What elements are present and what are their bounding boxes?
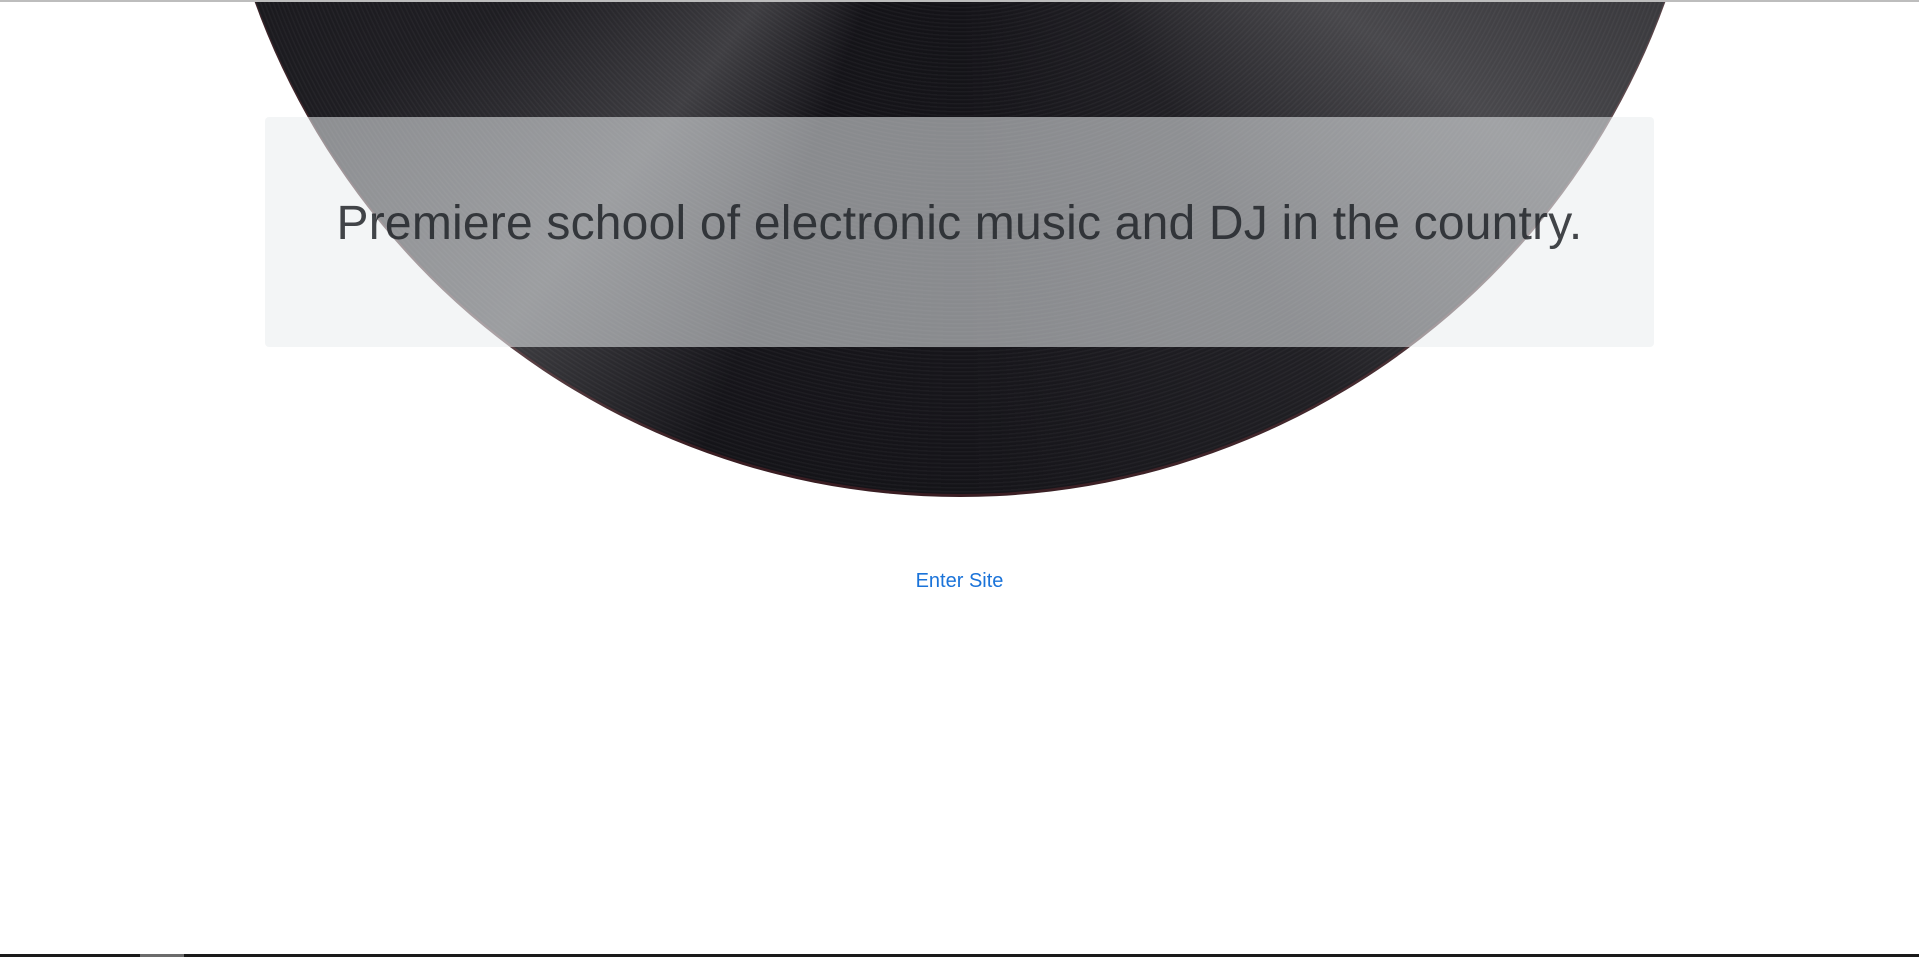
enter-site-container: Enter Site [0,570,1919,593]
enter-site-link[interactable]: Enter Site [916,570,1004,592]
hero-jumbotron: Premiere school of electronic music and … [265,117,1654,347]
landing-page: Premiere school of electronic music and … [0,0,1919,957]
hero-tagline: Premiere school of electronic music and … [336,197,1583,250]
